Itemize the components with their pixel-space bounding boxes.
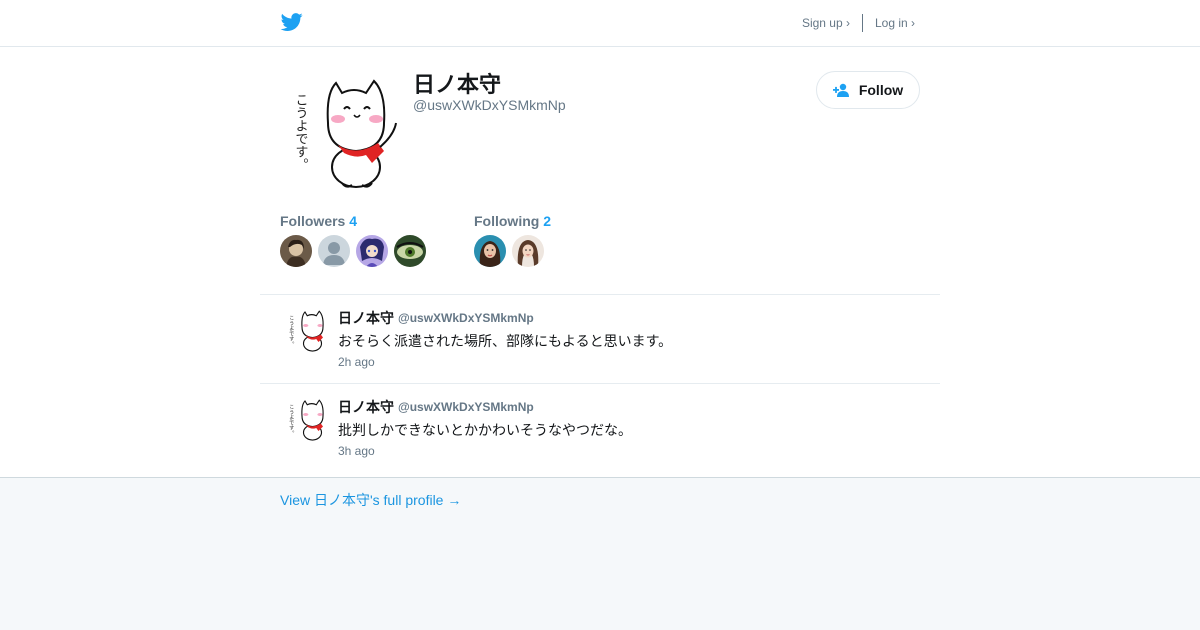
follower-avatar[interactable] xyxy=(394,235,426,267)
follower-avatar[interactable] xyxy=(356,235,388,267)
tweet-avatar[interactable]: こうよです。 xyxy=(284,396,332,442)
followers-count: 4 xyxy=(349,213,358,229)
following-avatar[interactable] xyxy=(474,235,506,267)
log-in-link[interactable]: Log in › xyxy=(875,16,915,30)
tweet-item[interactable]: こうよです。 日ノ本守 @uswXWkDxYSMkmNp 批判しかできないとかか… xyxy=(260,384,940,473)
followers-stat[interactable]: Followers 4 xyxy=(280,213,357,229)
profile-avatar[interactable]: こうよです。 xyxy=(280,71,408,191)
follow-label: Follow xyxy=(858,82,904,98)
following-avatar[interactable] xyxy=(512,235,544,267)
tweet-author-name[interactable]: 日ノ本守 xyxy=(338,308,394,328)
tweet-timestamp[interactable]: 2h ago xyxy=(338,355,375,369)
tweet-avatar-caption: こうよです。 xyxy=(288,315,295,347)
followers-label: Followers xyxy=(280,213,346,229)
tweet-text: おそらく派遣された場所、部隊にもよると思います。 xyxy=(338,333,673,349)
following-count: 2 xyxy=(543,213,552,229)
top-bar: Sign up › Log in › xyxy=(0,0,1200,47)
tweet-avatar[interactable]: こうよです。 xyxy=(284,307,332,353)
twitter-bird-icon[interactable] xyxy=(280,11,304,33)
sign-up-link[interactable]: Sign up › xyxy=(802,16,850,30)
profile-handle: @uswXWkDxYSMkmNp xyxy=(413,97,566,113)
profile-name: 日ノ本守 xyxy=(413,72,502,97)
follower-avatar[interactable] xyxy=(318,235,350,267)
avatar-caption: こうよです。 xyxy=(293,93,308,171)
profile-card: こうよです。 日ノ本守 @uswXWkDxYSMkmNp Follow Foll xyxy=(0,47,1200,478)
followers-avatars xyxy=(280,235,426,267)
following-label: Following xyxy=(474,213,540,229)
tweet-author-handle[interactable]: @uswXWkDxYSMkmNp xyxy=(398,311,534,325)
tweet-text: 批判しかできないとかかわいそうなやつだな。 xyxy=(338,422,632,438)
tweet-author-handle[interactable]: @uswXWkDxYSMkmNp xyxy=(398,400,534,414)
follower-avatar[interactable] xyxy=(280,235,312,267)
following-avatars xyxy=(474,235,544,267)
tweet-author-name[interactable]: 日ノ本守 xyxy=(338,397,394,417)
tweet-item[interactable]: こうよです。 日ノ本守 @uswXWkDxYSMkmNp おそらく派遣された場所… xyxy=(260,295,940,384)
view-full-profile-link[interactable]: View 日ノ本守's full profile → xyxy=(280,490,461,510)
top-nav: Sign up › Log in › xyxy=(802,14,915,32)
follow-button[interactable]: Follow xyxy=(816,71,920,109)
add-person-icon xyxy=(832,83,849,97)
nav-divider xyxy=(861,14,863,32)
tweet-timestamp[interactable]: 3h ago xyxy=(338,444,375,458)
tweet-avatar-caption: こうよです。 xyxy=(288,404,295,436)
following-stat[interactable]: Following 2 xyxy=(474,213,551,229)
tweet-list: こうよです。 日ノ本守 @uswXWkDxYSMkmNp おそらく派遣された場所… xyxy=(260,294,940,473)
